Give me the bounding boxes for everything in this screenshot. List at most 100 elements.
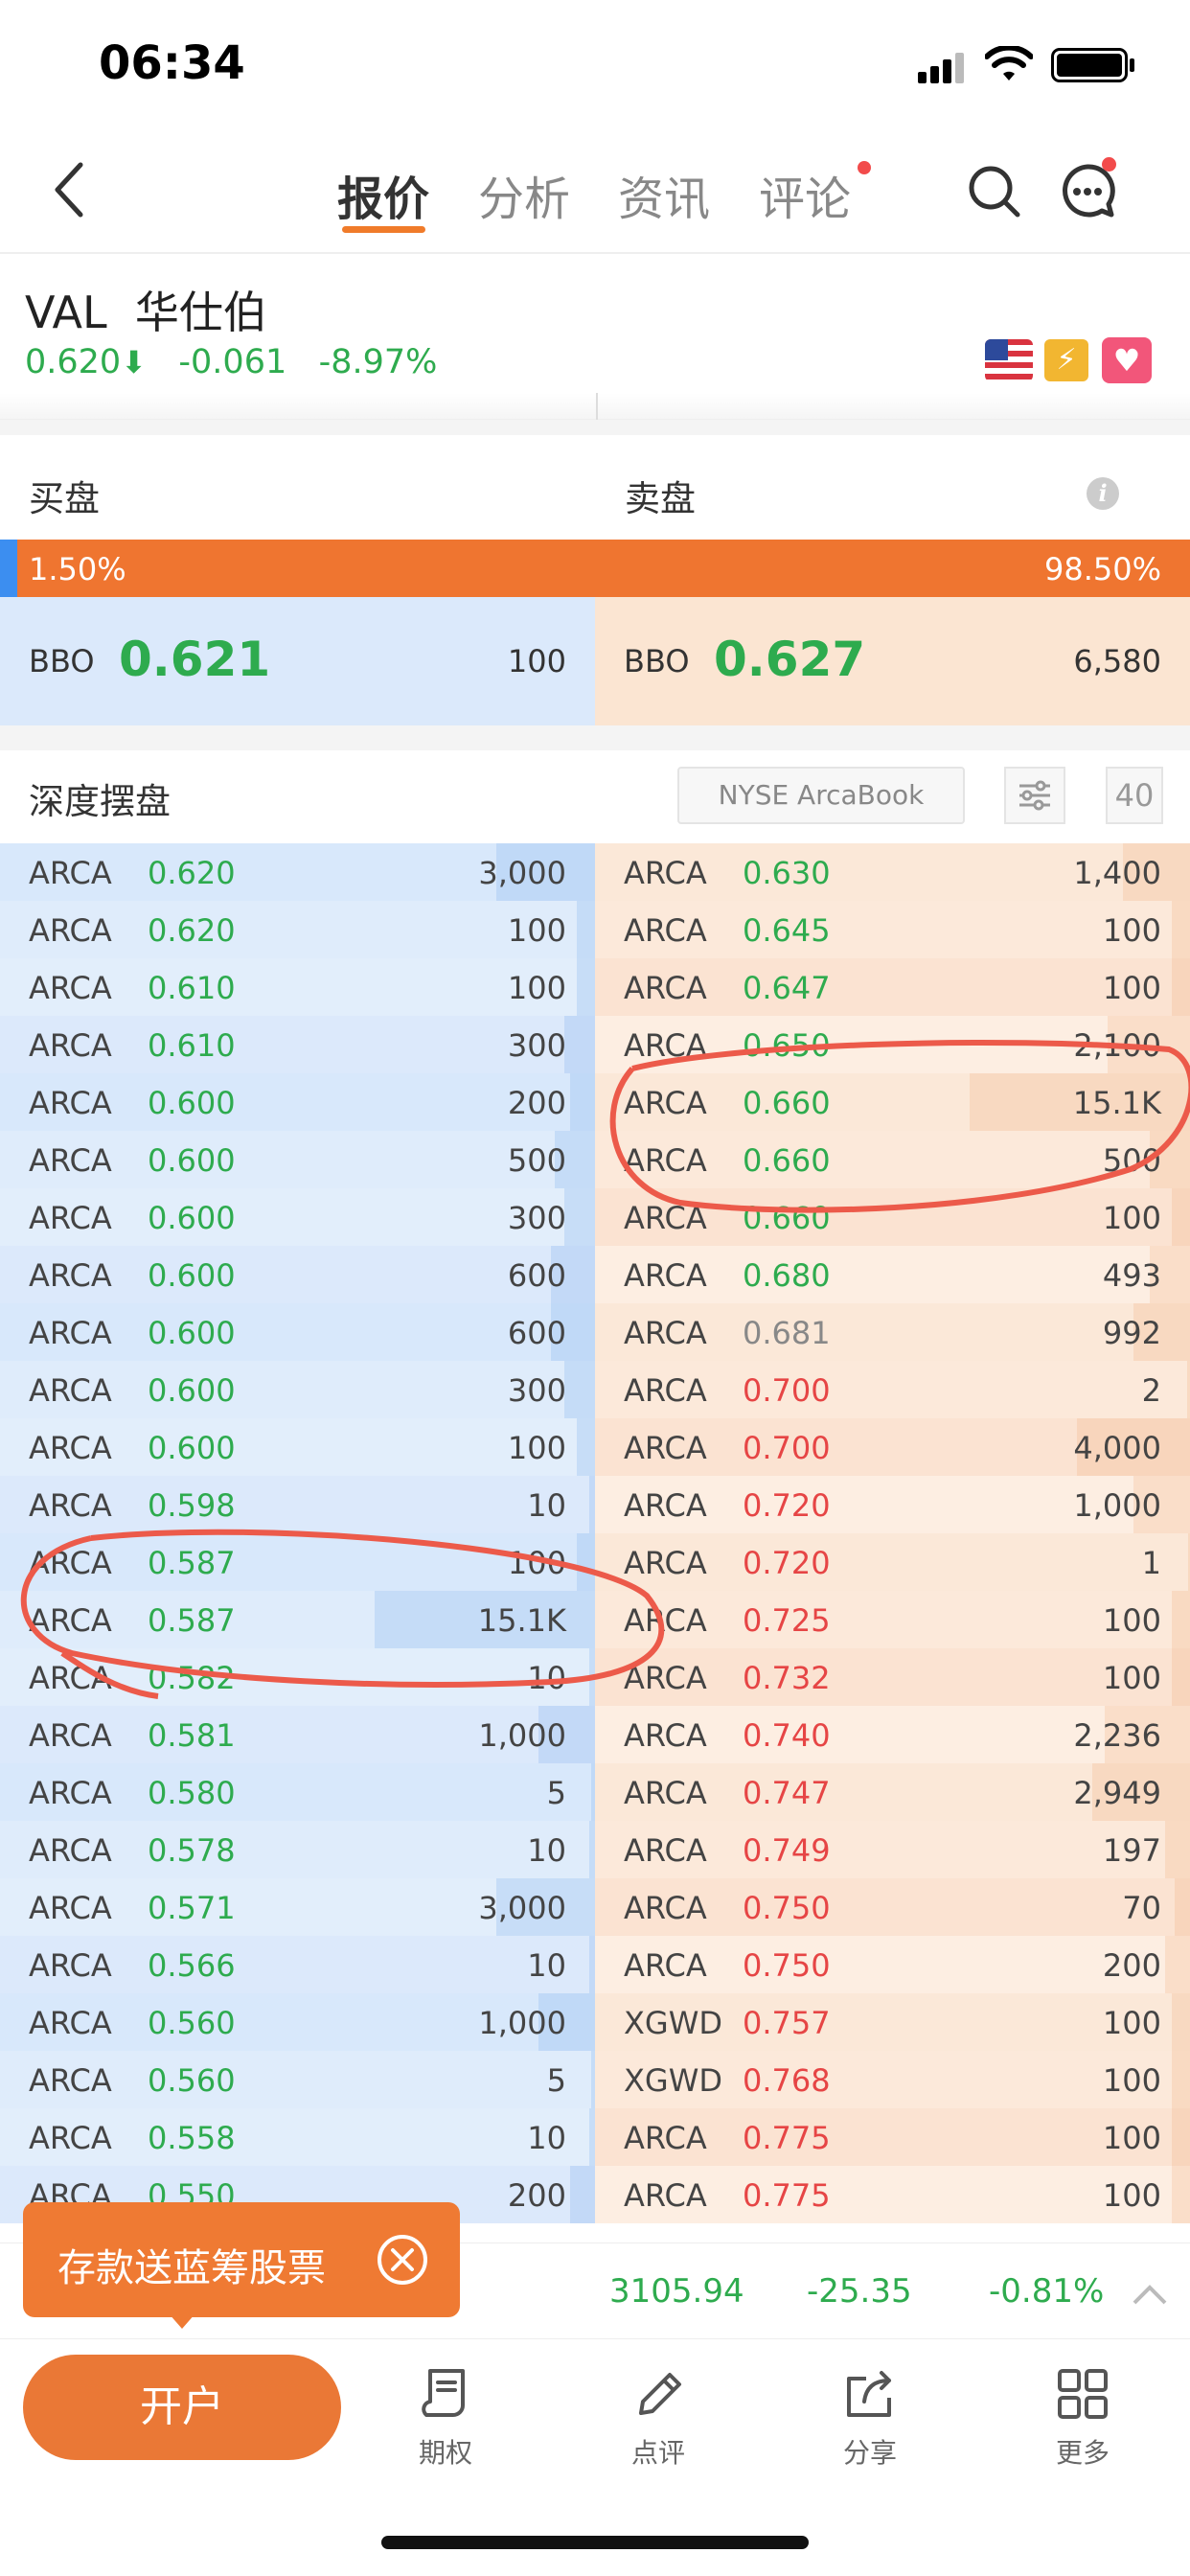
- ask-depth-row: ARCA 0.775 100: [595, 2108, 1190, 2166]
- bbo-bid-qty: 100: [507, 643, 566, 679]
- exchange-code: ARCA: [29, 2005, 112, 2041]
- exchange-code: ARCA: [29, 1890, 112, 1926]
- filter-settings-icon[interactable]: [1004, 767, 1065, 824]
- bid-depth-row: ARCA 0.600 300: [0, 1188, 595, 1246]
- order-quantity: 10: [527, 1947, 566, 1984]
- bbo-bid: BBO 0.621 100: [0, 597, 595, 725]
- bid-volume-bar: [564, 1188, 595, 1246]
- order-price: 0.732: [743, 1660, 831, 1696]
- order-price: 0.645: [743, 912, 831, 949]
- bid-depth-row: ARCA 0.610 100: [0, 958, 595, 1016]
- order-price: 0.620: [148, 855, 236, 891]
- open-account-button[interactable]: 开户: [23, 2355, 341, 2460]
- order-price: 0.600: [148, 1257, 236, 1294]
- order-price: 0.747: [743, 1775, 831, 1811]
- search-icon[interactable]: [966, 163, 1023, 220]
- bid-depth-row: ARCA 0.571 3,000: [0, 1878, 595, 1936]
- order-price: 0.560: [148, 2005, 236, 2041]
- info-icon[interactable]: i: [1087, 477, 1119, 510]
- tabbar-options[interactable]: 期权: [383, 2367, 508, 2471]
- source-selector[interactable]: NYSE ArcaBook: [677, 767, 965, 824]
- ask-volume-bar: [1172, 2051, 1190, 2108]
- ask-ratio-text: 98.50%: [1043, 551, 1161, 587]
- back-icon[interactable]: [50, 159, 88, 220]
- order-quantity: 10: [527, 2120, 566, 2156]
- ask-volume-bar: [1172, 2166, 1190, 2223]
- exchange-code: ARCA: [624, 1890, 707, 1926]
- order-price: 0.600: [148, 1085, 236, 1121]
- tab-comments[interactable]: 评论: [759, 161, 851, 228]
- order-quantity: 100: [1102, 2062, 1161, 2099]
- depth-levels-button[interactable]: 40: [1106, 767, 1163, 824]
- order-price: 0.700: [743, 1372, 831, 1409]
- nav-bar: 报价 分析 资讯 评论: [0, 134, 1190, 254]
- pencil-icon: [639, 2373, 681, 2415]
- promo-banner[interactable]: 存款送蓝筹股票: [23, 2202, 460, 2317]
- ask-volume-bar: [1172, 1993, 1190, 2051]
- tab-quote[interactable]: 报价: [337, 161, 429, 228]
- order-price: 0.600: [148, 1142, 236, 1179]
- bid-depth-row: ARCA 0.600 300: [0, 1361, 595, 1418]
- stock-name: 华仕伯: [134, 287, 267, 338]
- ask-depth-row: ARCA 0.647 100: [595, 958, 1190, 1016]
- chat-notification-dot: [1102, 157, 1116, 172]
- ask-label: 卖盘: [625, 478, 696, 519]
- wifi-icon: [985, 46, 1033, 80]
- tabbar-review[interactable]: 点评: [596, 2367, 721, 2471]
- close-icon[interactable]: [374, 2231, 431, 2288]
- bbo-ask: BBO 0.627 6,580: [595, 597, 1190, 725]
- exchange-code: ARCA: [29, 855, 112, 891]
- tabbar-share[interactable]: 分享: [808, 2367, 932, 2471]
- bid-depth-row: ARCA 0.620 100: [0, 901, 595, 958]
- ask-volume-bar: [1165, 1821, 1190, 1878]
- indicator-strip: [0, 393, 1190, 420]
- exchange-code: ARCA: [624, 1372, 707, 1409]
- order-quantity: 100: [507, 912, 566, 949]
- order-price: 0.750: [743, 1947, 831, 1984]
- order-quantity: 100: [1102, 2005, 1161, 2041]
- order-quantity: 197: [1102, 1832, 1161, 1869]
- order-price: 0.558: [148, 2120, 236, 2156]
- order-price: 0.566: [148, 1947, 236, 1984]
- order-quantity: 1,000: [478, 1717, 566, 1754]
- order-quantity: 2,949: [1073, 1775, 1161, 1811]
- order-quantity: 100: [1102, 2120, 1161, 2156]
- stock-change: -0.061: [178, 343, 287, 381]
- tab-analysis[interactable]: 分析: [478, 161, 570, 228]
- order-price: 0.620: [148, 912, 236, 949]
- favorite-heart-icon[interactable]: ♥: [1102, 337, 1152, 383]
- arrow-down-icon: ⬇: [121, 344, 148, 380]
- section-gap-2: [0, 725, 1190, 750]
- order-quantity: 5: [546, 2062, 566, 2099]
- order-quantity: 600: [507, 1257, 566, 1294]
- ask-depth-row: ARCA 0.750 200: [595, 1936, 1190, 1993]
- bid-depth-row: ARCA 0.610 300: [0, 1016, 595, 1073]
- ask-volume-bar: [1175, 1878, 1190, 1936]
- order-quantity: 100: [1102, 2177, 1161, 2214]
- tab-news[interactable]: 资讯: [618, 161, 710, 228]
- exchange-code: ARCA: [624, 2120, 707, 2156]
- exchange-code: ARCA: [29, 1027, 112, 1064]
- bbo-ask-label: BBO: [624, 643, 690, 679]
- order-price: 0.720: [743, 1545, 831, 1581]
- order-price: 0.600: [148, 1430, 236, 1466]
- order-price: 0.571: [148, 1890, 236, 1926]
- order-quantity: 600: [507, 1315, 566, 1351]
- battery-icon: [1051, 48, 1128, 82]
- ask-volume-bar: [1172, 901, 1190, 958]
- us-flag-icon: [985, 339, 1033, 381]
- tabbar-more-label: 更多: [1055, 2437, 1110, 2469]
- annotation-circle-bid: [20, 1529, 665, 1699]
- order-quantity: 300: [507, 1372, 566, 1409]
- exchange-code: ARCA: [29, 1315, 112, 1351]
- order-price: 0.600: [148, 1315, 236, 1351]
- bid-volume-bar: [577, 901, 595, 958]
- exchange-code: ARCA: [624, 2177, 707, 2214]
- order-price: 0.775: [743, 2177, 831, 2214]
- chevron-up-icon[interactable]: [1131, 2280, 1169, 2307]
- exchange-code: ARCA: [29, 1430, 112, 1466]
- tabbar-more[interactable]: 更多: [1020, 2367, 1145, 2471]
- order-price: 0.600: [148, 1200, 236, 1236]
- exchange-code: ARCA: [29, 1142, 112, 1179]
- order-quantity: 300: [507, 1200, 566, 1236]
